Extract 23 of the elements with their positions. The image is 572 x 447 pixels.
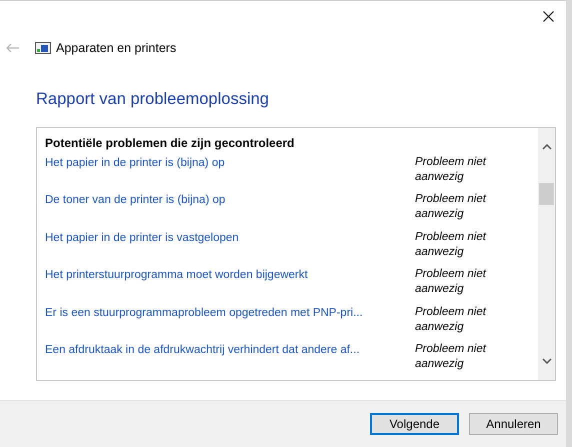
status-text: Probleem niet aanwezig [415, 154, 488, 185]
status-text: Probleem niet aanwezig [415, 230, 488, 260]
dialog-button[interactable]: Volgende [370, 413, 459, 435]
list-header: Potentiële problemen die zijn gecontroleerd [45, 134, 294, 152]
status-text: Probleem niet aanwezig [415, 342, 488, 372]
problem-link[interactable]: De toner van de printer is (bijna) op [45, 192, 415, 210]
page-heading: Rapport van probleemoplossing [36, 89, 269, 110]
scroll-thumb[interactable] [539, 182, 554, 205]
problem-link[interactable]: Een afdruktaak in de afdrukwachtrij verhindert dat andere af... [45, 342, 415, 360]
problem-link[interactable]: Het printerstuurprogramma moet worden bijgewerkt [45, 267, 415, 285]
scroll-up-icon[interactable] [542, 144, 552, 150]
status-text: Probleem niet aanwezig [415, 267, 488, 298]
problem-link[interactable]: Er is een stuurprogrammaprobleem opgetreden met PNP-pri... [45, 304, 415, 322]
scrollbar[interactable] [538, 128, 555, 380]
problem-link[interactable]: Het papier in de printer is (bijna) op [45, 154, 415, 172]
dialog-button[interactable]: Annuleren [469, 413, 558, 435]
problem-link[interactable]: Het papier in de printer is vastgelopen [45, 230, 415, 248]
scroll-down-icon[interactable] [542, 358, 552, 364]
close-icon[interactable] [543, 10, 554, 22]
window-title: Apparaten en printers [56, 40, 176, 57]
status-text: Probleem niet aanwezig [415, 192, 488, 222]
devices-icon [35, 42, 51, 54]
status-text: Probleem niet aanwezig [415, 304, 488, 335]
